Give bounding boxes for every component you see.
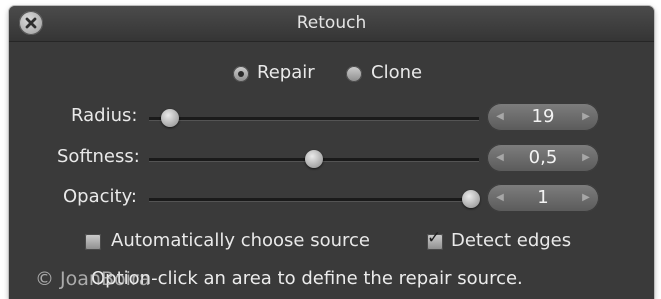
softness-value[interactable]: 0,5 (509, 144, 577, 172)
title-bar: Retouch (9, 6, 654, 42)
opacity-stepper[interactable]: ◀ 1 ▶ (487, 184, 599, 212)
chevron-right-icon[interactable]: ▶ (576, 144, 596, 172)
chevron-left-icon[interactable]: ◀ (490, 144, 510, 172)
hint-text: Option-click an area to define the repai… (91, 268, 523, 289)
opacity-value[interactable]: 1 (509, 184, 577, 212)
softness-stepper[interactable]: ◀ 0,5 ▶ (487, 144, 599, 172)
radius-stepper[interactable]: ◀ 19 ▶ (487, 103, 599, 131)
watermark: © JoanBoira (35, 268, 151, 290)
radius-value[interactable]: 19 (509, 103, 577, 131)
close-icon (25, 17, 37, 29)
radius-slider-track[interactable] (149, 117, 479, 120)
clone-radio[interactable] (346, 66, 362, 82)
opacity-label: Opacity: (63, 186, 137, 207)
auto-source-checkbox[interactable] (85, 234, 101, 250)
close-button[interactable] (19, 11, 43, 35)
clone-label[interactable]: Clone (371, 62, 422, 83)
auto-source-label[interactable]: Automatically choose source (111, 230, 370, 251)
retouch-panel: Retouch Repair Clone Radius: ◀ 19 ▶ Soft… (9, 6, 654, 299)
radius-slider-thumb[interactable] (160, 109, 179, 127)
softness-label: Softness: (57, 146, 140, 167)
chevron-left-icon[interactable]: ◀ (490, 103, 510, 131)
repair-radio[interactable] (233, 66, 249, 82)
chevron-right-icon[interactable]: ▶ (576, 103, 596, 131)
detect-edges-checkbox[interactable]: ✓ (427, 229, 443, 250)
window-title: Retouch (296, 13, 367, 33)
opacity-slider-track[interactable] (149, 198, 479, 201)
repair-label[interactable]: Repair (257, 62, 315, 83)
radius-label: Radius: (71, 105, 138, 126)
opacity-slider-thumb[interactable] (462, 190, 480, 208)
detect-edges-label[interactable]: Detect edges (451, 230, 571, 251)
radio-selected-dot (238, 71, 244, 77)
chevron-left-icon[interactable]: ◀ (490, 184, 510, 212)
chevron-right-icon[interactable]: ▶ (576, 184, 596, 212)
softness-slider-thumb[interactable] (305, 150, 323, 168)
checkmark-icon: ✓ (427, 228, 442, 248)
